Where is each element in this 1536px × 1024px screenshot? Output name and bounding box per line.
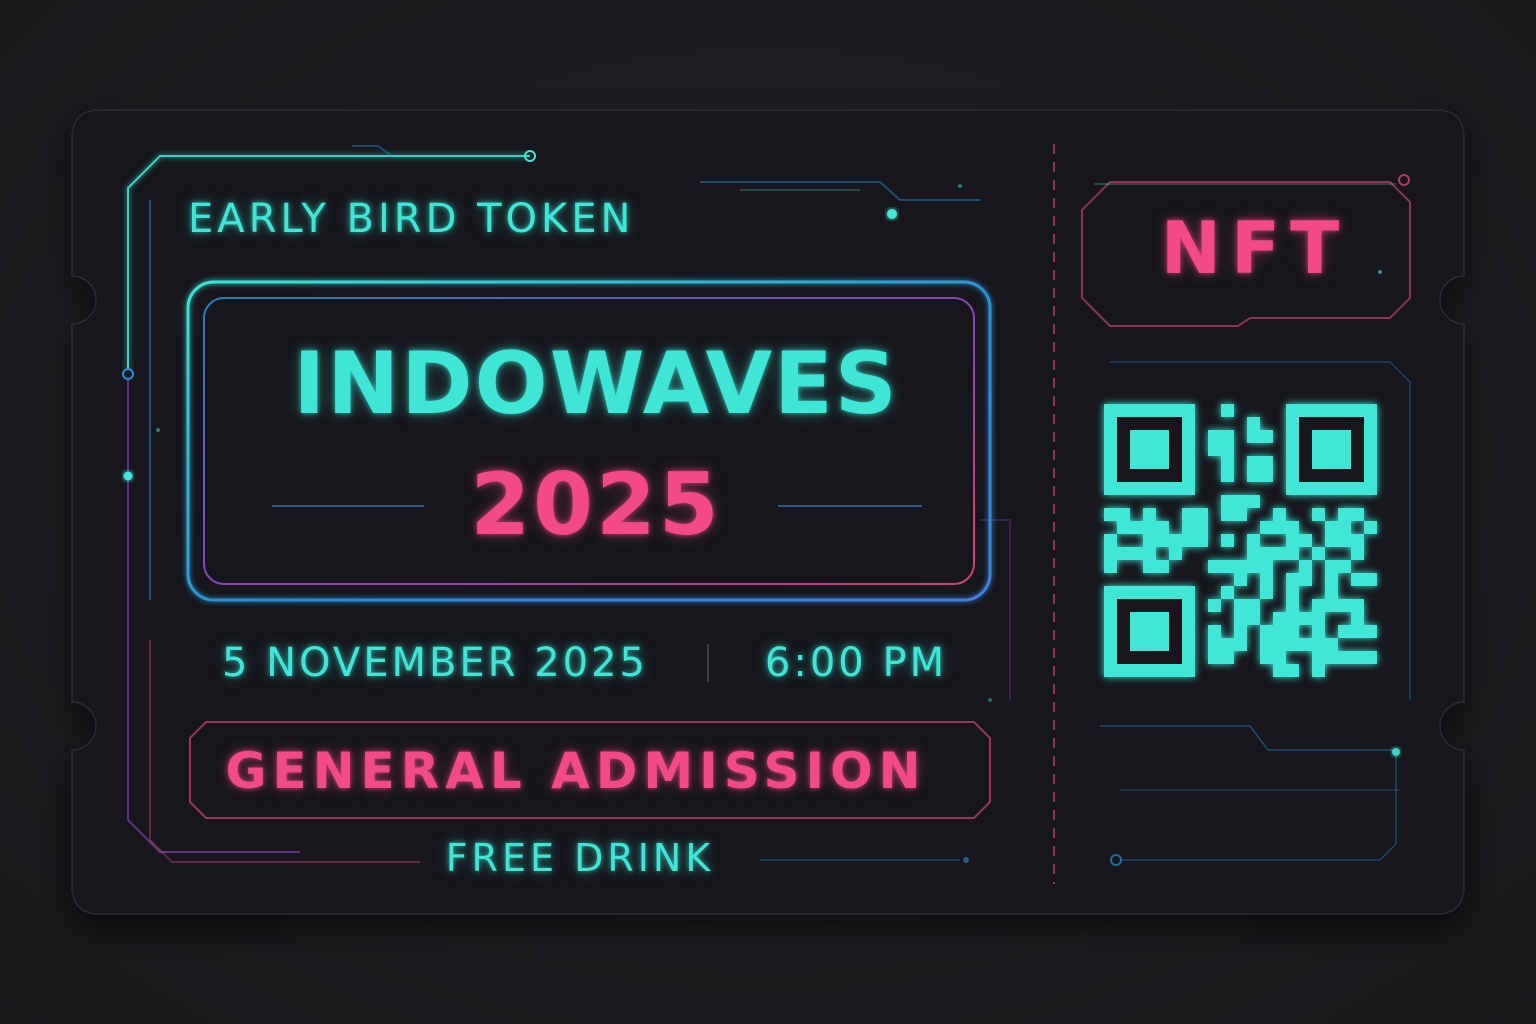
event-year: 2025	[470, 455, 722, 555]
admission-type: GENERAL ADMISSION	[225, 742, 927, 800]
event-time: 6:00 PM	[764, 640, 948, 686]
stage: EARLY BIRD TOKEN INDOWAVES 2025 5 NOVEMB…	[0, 0, 1536, 1024]
perk-label: FREE DRINK	[445, 836, 715, 880]
nft-badge: NFT	[1160, 206, 1350, 290]
tier-label: EARLY BIRD TOKEN	[188, 196, 635, 242]
event-date: 5 NOVEMBER 2025	[221, 640, 649, 686]
event-name: INDOWAVES	[293, 334, 899, 434]
